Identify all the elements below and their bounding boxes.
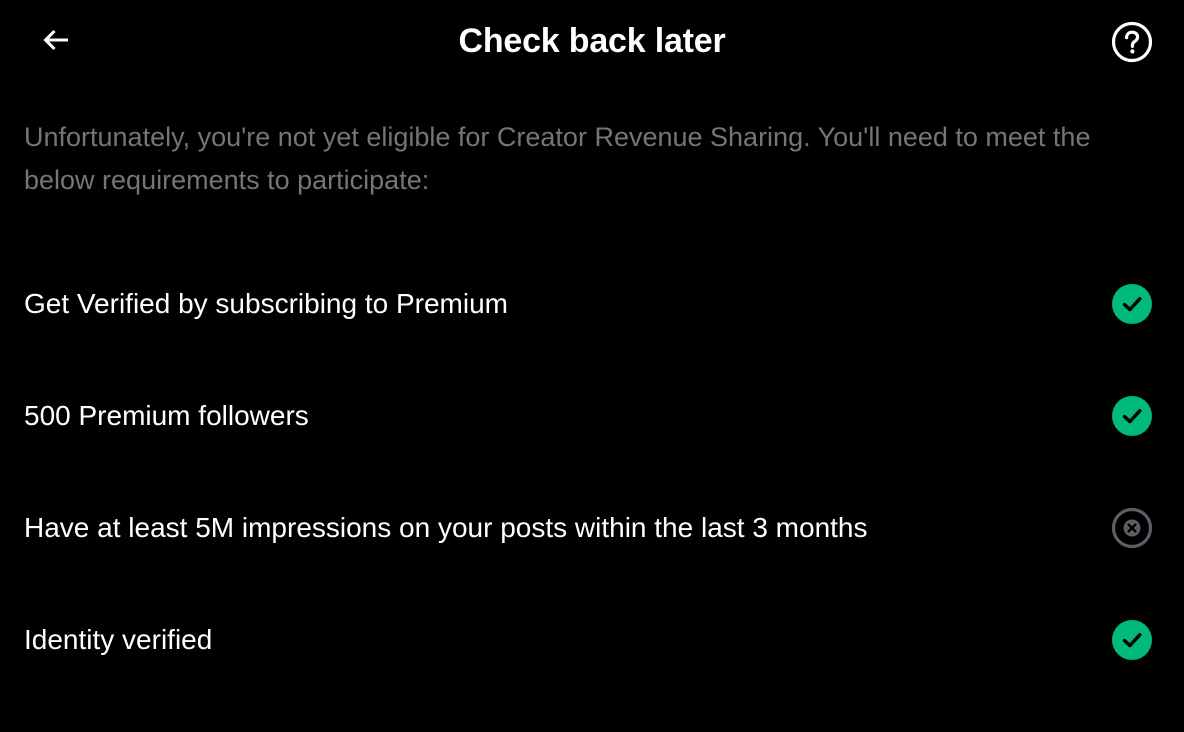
header: Check back later (0, 0, 1184, 84)
requirement-item: 500 Premium followers (0, 360, 1184, 472)
requirement-label: Have at least 5M impressions on your pos… (24, 512, 868, 543)
check-circle-icon (1110, 618, 1154, 662)
question-circle-icon (1110, 20, 1154, 69)
check-circle-icon (1110, 394, 1154, 438)
check-circle-icon (1110, 282, 1154, 326)
page-title: Check back later (458, 22, 726, 60)
intro-text: Unfortunately, you're not yet eligible f… (24, 122, 1091, 195)
requirement-label: Get Verified by subscribing to Premium (24, 288, 508, 319)
x-circle-icon (1110, 506, 1154, 550)
requirement-item: Get Verified by subscribing to Premium (0, 248, 1184, 360)
requirement-label: 500 Premium followers (24, 400, 309, 431)
help-button[interactable] (1108, 20, 1156, 68)
requirement-item: Identity verified (0, 584, 1184, 696)
requirement-item: Have at least 5M impressions on your pos… (0, 472, 1184, 584)
requirement-label: Identity verified (24, 624, 213, 655)
requirements-list: Get Verified by subscribing to Premium 5… (0, 248, 1184, 696)
